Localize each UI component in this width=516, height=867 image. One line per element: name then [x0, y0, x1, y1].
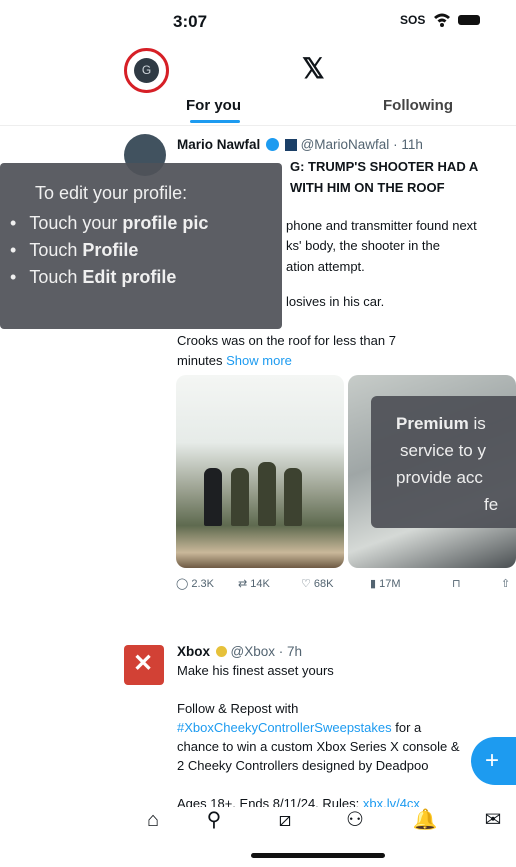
x-logo-icon: 𝕏	[302, 53, 325, 84]
post-text-line: losives in his car.	[286, 294, 385, 309]
post-author-name[interactable]: Xbox	[177, 644, 210, 659]
tab-for-you[interactable]: For you	[186, 97, 241, 114]
tooltip-item: Touch Edit profile	[10, 264, 272, 291]
image-figure	[204, 468, 222, 526]
home-icon[interactable]: ⌂	[140, 807, 166, 833]
xbox-avatar[interactable]	[124, 645, 164, 685]
tooltip-bold: profile pic	[122, 213, 209, 233]
profile-avatar-button[interactable]: G	[124, 48, 169, 93]
tab-following[interactable]: Following	[383, 97, 453, 114]
tooltip-text: Touch your	[29, 213, 123, 233]
post-headline-2: WITH HIM ON THE ROOF	[290, 180, 445, 195]
tooltip-text: Touch	[29, 267, 83, 287]
views-count: 17M	[379, 578, 401, 590]
premium-overlay: Premium is service to y provide acc fe	[371, 396, 516, 528]
status-bar: 3:07 SOS	[0, 0, 516, 40]
gold-verified-badge-icon	[215, 646, 227, 657]
bottom-nav: ⌂ ⚲ ⧄ ⚇ 🔔 ✉	[0, 807, 516, 852]
post-text-line: 2 Cheeky Controllers designed by Deadpoo	[177, 758, 429, 773]
post-text-line: phone and transmitter found next	[286, 218, 477, 233]
post-text-line: minutes Show more	[177, 353, 292, 368]
battery-icon	[458, 15, 480, 25]
post-text-line: ks' body, the shooter in the	[286, 238, 441, 253]
post-image-1[interactable]	[176, 375, 344, 568]
affiliate-badge-icon	[284, 139, 297, 151]
tooltip-bold: Edit profile	[82, 267, 177, 287]
reply-button[interactable]: ◯ 2.3K	[176, 577, 214, 590]
like-count: 68K	[313, 578, 334, 590]
post-time: · 11h	[393, 137, 423, 152]
post-header: Xbox @Xbox · 7h	[177, 644, 302, 659]
search-icon[interactable]: ⚲	[201, 807, 227, 833]
home-indicator	[251, 853, 385, 858]
repost-count: 14K	[250, 578, 270, 590]
premium-text: is	[468, 414, 486, 433]
verified-badge-icon	[266, 138, 280, 151]
notifications-icon[interactable]: 🔔	[412, 807, 438, 833]
reply-count: 2.3K	[191, 578, 215, 590]
grok-icon[interactable]: ⧄	[272, 807, 298, 833]
post-headline-1: G: TRUMP'S SHOOTER HAD A	[290, 159, 479, 174]
post-text-line: Follow & Repost with	[177, 701, 299, 716]
tooltip-bold: Profile	[82, 240, 139, 260]
post-author-handle: @Xbox	[230, 644, 276, 659]
status-sos: SOS	[400, 13, 426, 27]
avatar: G	[134, 58, 159, 83]
post-text-line: chance to win a custom Xbox Series X con…	[177, 739, 460, 754]
post-author-name[interactable]: Mario Nawfal	[177, 137, 260, 152]
divider	[0, 125, 516, 126]
wifi-icon	[434, 13, 450, 27]
post-text: for a	[391, 720, 422, 735]
tooltip-title: To edit your profile:	[35, 183, 188, 203]
tooltip-text: Touch	[29, 240, 83, 260]
tooltip-item: Touch your profile pic	[10, 210, 272, 237]
premium-line: fe	[484, 495, 499, 514]
share-icon[interactable]: ⇧	[501, 577, 510, 590]
post-text-line: #XboxCheekyControllerSweepstakes for a	[177, 720, 421, 735]
post-text-line: ation attempt.	[286, 259, 365, 274]
post-text-line: Make his finest asset yours	[177, 663, 334, 678]
post-author-handle: @MarioNawfal	[300, 137, 390, 152]
post-time: · 7h	[278, 644, 303, 659]
premium-line: service to y	[400, 441, 486, 460]
show-more-link[interactable]: Show more	[226, 353, 292, 368]
views-button[interactable]: ▮ 17M	[370, 577, 401, 590]
active-tab-indicator	[190, 120, 240, 123]
premium-bold: Premium	[396, 414, 469, 433]
bookmark-icon[interactable]: ⊓	[452, 577, 461, 590]
post-text: minutes	[177, 353, 227, 368]
image-figure	[284, 468, 302, 526]
communities-icon[interactable]: ⚇	[342, 807, 368, 833]
repost-button[interactable]: ⇄ 14K	[238, 577, 270, 590]
premium-line: provide acc	[396, 468, 483, 487]
post-actions: ◯ 2.3K ⇄ 14K ♡ 68K ▮ 17M ⊓ ⇧	[176, 577, 516, 597]
tooltip-item: Touch Profile	[10, 237, 272, 264]
edit-profile-tooltip: To edit your profile: Touch your profile…	[0, 163, 282, 329]
image-figure	[231, 468, 249, 526]
like-button[interactable]: ♡ 68K	[301, 577, 334, 590]
hashtag-link[interactable]: #XboxCheekyControllerSweepstakes	[177, 720, 392, 735]
compose-post-button[interactable]: +	[471, 737, 516, 785]
status-time: 3:07	[173, 12, 208, 31]
post-header: Mario Nawfal @MarioNawfal · 11h	[177, 137, 423, 152]
post-text-line: Crooks was on the roof for less than 7	[177, 333, 396, 348]
image-figure	[258, 462, 276, 526]
messages-icon[interactable]: ✉	[480, 807, 506, 833]
premium-line: Premium is	[396, 410, 516, 437]
